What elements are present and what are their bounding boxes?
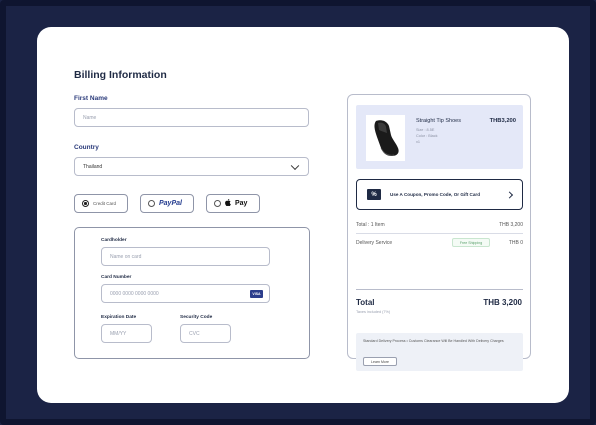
paypal-option[interactable]: PayPal: [140, 194, 194, 213]
card-details-panel: Cardholder Name on card Card Number 0000…: [74, 227, 310, 359]
total-label: Total: [356, 298, 375, 307]
product-item: Straight Tip Shoes THB3,200 Size : 8.5E …: [356, 105, 523, 169]
product-meta-line: x1: [416, 140, 421, 144]
radio-icon: [148, 200, 155, 207]
divider: [356, 289, 523, 290]
applepay-label: Pay: [235, 200, 248, 207]
security-code-placeholder: CVC: [189, 330, 200, 337]
first-name-label: First Name: [74, 95, 108, 102]
product-price: THB3,200: [489, 118, 516, 124]
country-value: Thailand: [83, 163, 103, 170]
product-name: Straight Tip Shoes: [416, 118, 461, 124]
credit-card-label: Credit Card: [93, 201, 117, 206]
product-meta-line: Color : Black: [416, 134, 438, 138]
delivery-value: THB 0: [508, 240, 523, 246]
radio-selected-icon: [82, 200, 89, 207]
delivery-notice: Standard Delivery Process • Customs Clea…: [356, 333, 523, 371]
country-label: Country: [74, 144, 99, 151]
first-name-placeholder: Name: [83, 114, 97, 121]
notice-text: Standard Delivery Process • Customs Clea…: [363, 339, 504, 343]
divider: [356, 233, 523, 234]
expiration-placeholder: MM/YY: [110, 330, 127, 337]
apple-icon: [225, 199, 231, 208]
order-summary-panel: Straight Tip Shoes THB3,200 Size : 8.5E …: [347, 94, 531, 371]
security-code-label: Security Code: [180, 315, 213, 320]
applepay-option[interactable]: Pay: [206, 194, 260, 213]
expiration-label: Expiration Date: [101, 315, 137, 320]
shoe-image: [366, 115, 405, 161]
visa-card-icon: VISA: [250, 289, 263, 298]
product-meta-line: Size : 8.5E: [416, 128, 435, 132]
country-select[interactable]: Thailand: [74, 157, 309, 176]
chevron-right-icon: [505, 190, 514, 199]
subtotal-value: THB 3,200: [499, 222, 523, 228]
total-note: Taxes included (7%): [356, 310, 391, 314]
first-name-input[interactable]: Name: [74, 108, 309, 127]
card-number-input[interactable]: 0000 0000 0000 0000 VISA: [101, 284, 270, 303]
security-code-input[interactable]: CVC: [180, 324, 231, 343]
credit-card-option[interactable]: Credit Card: [74, 194, 128, 213]
learn-more-button[interactable]: Learn More: [363, 357, 397, 366]
total-value: THB 3,200: [483, 298, 522, 307]
page-title: Billing Information: [74, 69, 167, 81]
paypal-logo: PayPal: [159, 200, 182, 207]
cardholder-placeholder: Name on card: [110, 253, 142, 260]
cardholder-label: Cardholder: [101, 238, 127, 243]
card-number-placeholder: 0000 0000 0000 0000: [110, 290, 159, 297]
subtotal-label: Total : 1 Item: [356, 222, 385, 228]
delivery-label: Delivery Service: [356, 240, 393, 246]
radio-icon: [214, 200, 221, 207]
coupon-button[interactable]: % Use A Coupon, Promo Code, Or Gift Card: [356, 179, 523, 210]
cardholder-input[interactable]: Name on card: [101, 247, 270, 266]
checkout-card: Billing Information First Name Name Coun…: [37, 27, 569, 403]
coupon-label: Use A Coupon, Promo Code, Or Gift Card: [390, 192, 481, 197]
expiration-input[interactable]: MM/YY: [101, 324, 152, 343]
delivery-row: Delivery Service Free Shipping THB 0: [356, 238, 523, 247]
chevron-down-icon: [290, 161, 300, 170]
subtotal-row: Total : 1 Item THB 3,200: [356, 222, 523, 228]
card-number-label: Card Number: [101, 275, 132, 280]
free-shipping-badge: Free Shipping: [452, 238, 490, 247]
percent-icon: %: [367, 189, 381, 200]
